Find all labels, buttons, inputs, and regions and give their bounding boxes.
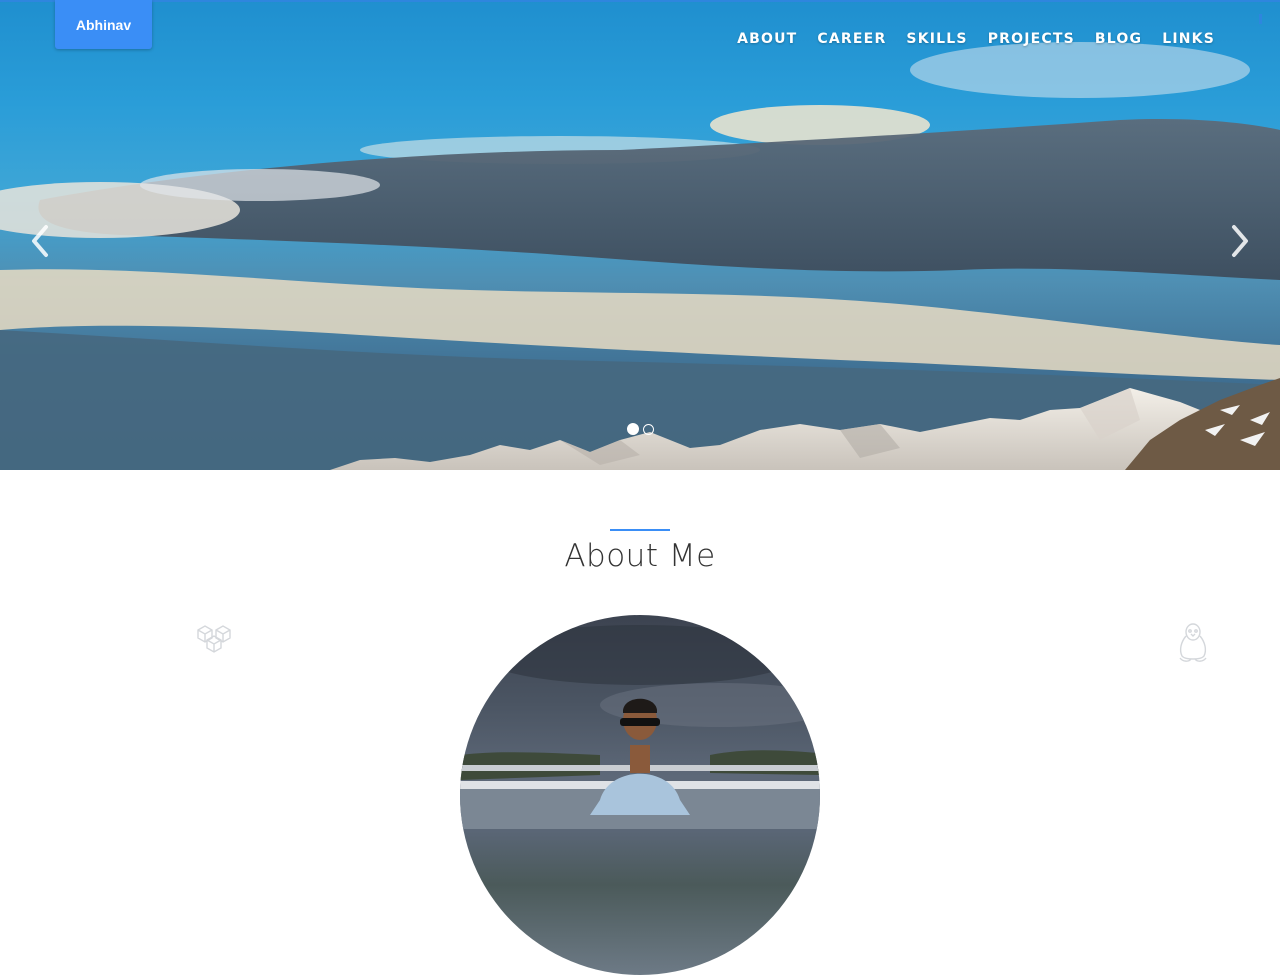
section-title-rule [610, 529, 670, 531]
carousel-indicator-1[interactable] [627, 423, 639, 435]
chevron-right-icon [1232, 225, 1248, 257]
profile-photo [460, 615, 820, 975]
top-accent-line [0, 0, 1280, 2]
hero-slide-image [0, 42, 1280, 470]
chevron-left-icon [32, 225, 48, 257]
carousel-next-button[interactable] [1228, 223, 1252, 259]
nav-item-projects[interactable]: PROJECTS [988, 31, 1075, 47]
nav-item-about[interactable]: ABOUT [737, 31, 797, 47]
cubes-icon [197, 625, 231, 653]
nav-item-blog[interactable]: BLOG [1095, 31, 1142, 47]
corner-marker [1259, 14, 1262, 24]
about-title: About Me [564, 538, 716, 574]
about-section: About Me [0, 470, 1280, 975]
linux-penguin-icon [1179, 623, 1207, 662]
nav-item-links[interactable]: LINKS [1162, 31, 1215, 47]
carousel-indicator-2[interactable] [643, 423, 654, 435]
nav-item-career[interactable]: CAREER [817, 31, 886, 47]
brand-button[interactable]: Abhinav [55, 0, 152, 49]
carousel-prev-button[interactable] [28, 223, 52, 259]
nav-item-skills[interactable]: SKILLS [906, 31, 967, 47]
hero-carousel: Abhinav ABOUT CAREER SKILLS PROJECTS BLO… [0, 0, 1280, 470]
main-nav: ABOUT CAREER SKILLS PROJECTS BLOG LINKS [737, 31, 1215, 47]
carousel-indicators [627, 423, 654, 435]
profile-photo-image [460, 625, 820, 829]
